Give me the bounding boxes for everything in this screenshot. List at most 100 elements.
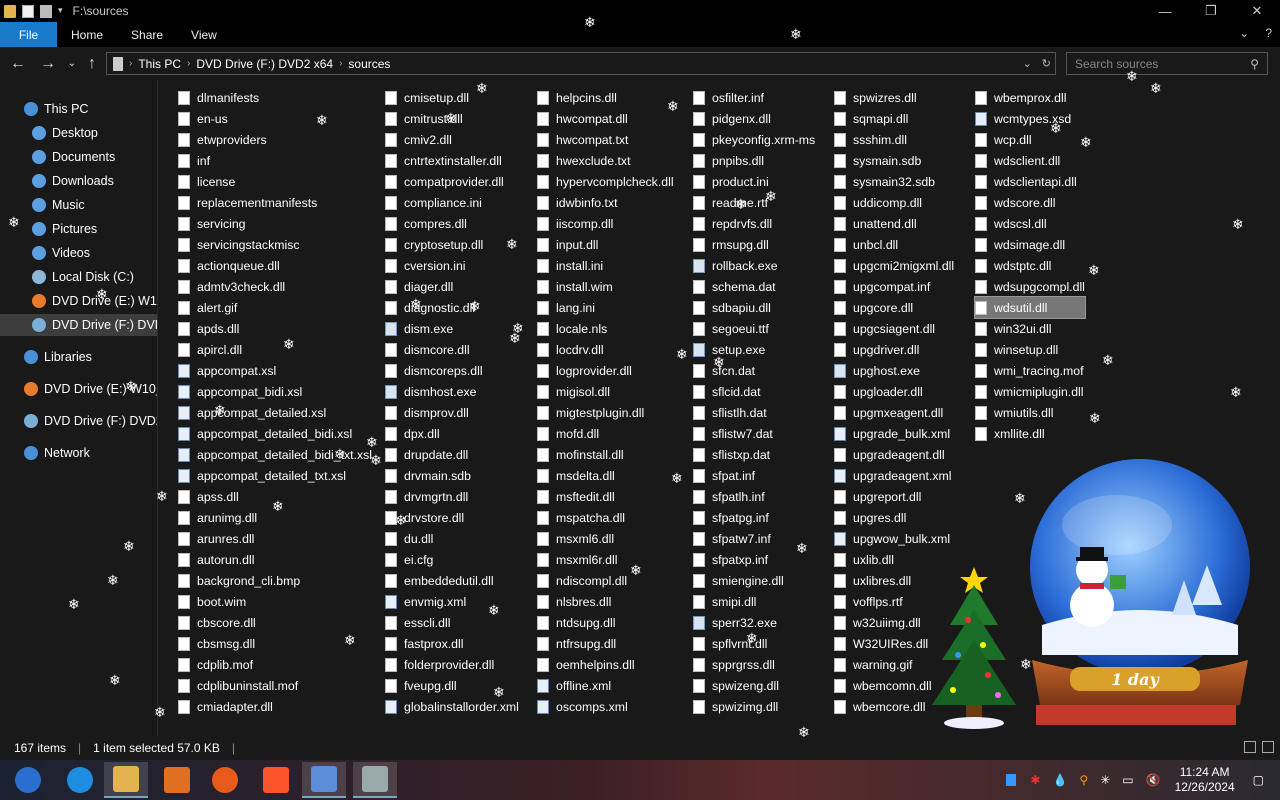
file-item[interactable]: drvstore.dll [385, 507, 519, 528]
firefox-icon[interactable] [203, 762, 247, 798]
file-item[interactable]: inf [178, 150, 372, 171]
file-item[interactable]: embeddedutil.dll [385, 570, 519, 591]
file-item[interactable]: offline.xml [537, 675, 674, 696]
file-item[interactable]: appcompat_detailed.xsl [178, 402, 372, 423]
large-icons-view-icon[interactable] [1262, 741, 1274, 753]
file-item[interactable]: unbcl.dll [834, 234, 954, 255]
file-item[interactable]: wdsutil.dll [974, 296, 1086, 319]
file-item[interactable]: upgradeagent.xml [834, 465, 954, 486]
notification-icon[interactable]: ▢ [1253, 773, 1264, 787]
file-item[interactable]: dismhost.exe [385, 381, 519, 402]
back-arrow-icon[interactable]: ← [6, 55, 30, 73]
refresh-icon[interactable]: ↻ [1042, 57, 1051, 70]
file-item[interactable]: cbscore.dll [178, 612, 372, 633]
file-item[interactable]: oemhelpins.dll [537, 654, 674, 675]
volume-icon[interactable]: 🔇 [1146, 773, 1161, 787]
sidebar-item[interactable]: Downloads [0, 170, 157, 192]
sidebar-item[interactable]: DVD Drive (E:) W10_H [0, 378, 157, 400]
file-item[interactable]: admtv3check.dll [178, 276, 372, 297]
sidebar-item[interactable]: Videos [0, 242, 157, 264]
file-item[interactable]: autorun.dll [178, 549, 372, 570]
file-item[interactable]: oscomps.xml [537, 696, 674, 717]
file-item[interactable]: msxml6r.dll [537, 549, 674, 570]
file-item[interactable]: upghost.exe [834, 360, 954, 381]
breadcrumb-dvd-drive[interactable]: DVD Drive (F:) DVD2 x64 [190, 57, 339, 71]
file-item[interactable]: mofinstall.dll [537, 444, 674, 465]
file-item[interactable]: backgrond_cli.bmp [178, 570, 372, 591]
file-item[interactable]: setup.exe [693, 339, 815, 360]
new-folder-icon[interactable] [40, 4, 52, 18]
file-item[interactable]: cmiadapter.dll [178, 696, 372, 717]
address-dropdown-icon[interactable]: ⌄ [1023, 57, 1032, 70]
file-item[interactable]: upgres.dll [834, 507, 954, 528]
file-item[interactable]: apircl.dll [178, 339, 372, 360]
tray-app-icon[interactable] [1006, 774, 1017, 786]
file-item[interactable]: diagnostic.dll [385, 297, 519, 318]
tray-drop-icon[interactable]: 💧 [1052, 773, 1067, 787]
file-item[interactable]: spwizimg.dll [693, 696, 815, 717]
file-item[interactable]: servicing [178, 213, 372, 234]
file-item[interactable]: globalinstallorder.xml [385, 696, 519, 717]
media-player-icon[interactable] [155, 762, 199, 798]
expand-ribbon-icon[interactable]: ⌄ [1239, 26, 1249, 40]
file-item[interactable]: ssshim.dll [834, 129, 954, 150]
file-item[interactable]: upgradeagent.dll [834, 444, 954, 465]
file-item[interactable]: upgcore.dll [834, 297, 954, 318]
file-item[interactable]: locale.nls [537, 318, 674, 339]
file-item[interactable]: cryptosetup.dll [385, 234, 519, 255]
file-item[interactable]: cdplib.mof [178, 654, 372, 675]
sidebar-item[interactable]: Music [0, 194, 157, 216]
file-item[interactable]: wdscsl.dll [975, 213, 1085, 234]
file-item[interactable]: dpx.dll [385, 423, 519, 444]
file-item[interactable]: sflistlh.dat [693, 402, 815, 423]
breadcrumb-sources[interactable]: sources [342, 57, 396, 71]
file-item[interactable]: diager.dll [385, 276, 519, 297]
file-item[interactable]: apds.dll [178, 318, 372, 339]
file-item[interactable]: upgrade_bulk.xml [834, 423, 954, 444]
sidebar-item[interactable]: Documents [0, 146, 157, 168]
file-item[interactable]: sysmain.sdb [834, 150, 954, 171]
file-item[interactable]: folderprovider.dll [385, 654, 519, 675]
file-item[interactable]: logprovider.dll [537, 360, 674, 381]
file-item[interactable]: msftedit.dll [537, 486, 674, 507]
customize-dropdown-icon[interactable]: ▾ [58, 5, 63, 18]
tab-view[interactable]: View [177, 28, 231, 42]
help-icon[interactable]: ? [1265, 26, 1272, 40]
file-item[interactable]: wcp.dll [975, 129, 1085, 150]
file-item[interactable]: drupdate.dll [385, 444, 519, 465]
sidebar-item[interactable]: DVD Drive (E:) W10_H [0, 290, 157, 312]
app-window-icon[interactable] [353, 762, 397, 798]
file-item[interactable]: sflistxp.dat [693, 444, 815, 465]
file-item[interactable]: sfcn.dat [693, 360, 815, 381]
properties-icon[interactable] [22, 4, 34, 18]
file-item[interactable]: winsetup.dll [975, 339, 1085, 360]
sidebar-item[interactable]: DVD Drive (F:) DVD2 [0, 314, 157, 336]
file-item[interactable]: compres.dll [385, 213, 519, 234]
file-item[interactable]: ei.cfg [385, 549, 519, 570]
christmas-tree-gadget[interactable] [928, 565, 1020, 730]
file-item[interactable]: wdscore.dll [975, 192, 1085, 213]
file-item[interactable]: servicingstackmisc [178, 234, 372, 255]
file-item[interactable]: hwcompat.dll [537, 108, 674, 129]
file-item[interactable]: actionqueue.dll [178, 255, 372, 276]
file-item[interactable]: hwcompat.txt [537, 129, 674, 150]
file-item[interactable]: fveupg.dll [385, 675, 519, 696]
up-arrow-icon[interactable]: ↑ [80, 55, 104, 73]
tab-home[interactable]: Home [57, 28, 117, 42]
minimize-button[interactable]: — [1142, 0, 1188, 22]
file-item[interactable]: spwizeng.dll [693, 675, 815, 696]
file-item[interactable]: alert.gif [178, 297, 372, 318]
file-item[interactable]: cdplibuninstall.mof [178, 675, 372, 696]
file-item[interactable]: arunres.dll [178, 528, 372, 549]
file-item[interactable]: dlmanifests [178, 87, 372, 108]
file-item[interactable]: drvmain.sdb [385, 465, 519, 486]
file-item[interactable]: drvmgrtn.dll [385, 486, 519, 507]
maximize-button[interactable]: ❐ [1188, 0, 1234, 22]
file-item[interactable]: smiengine.dll [693, 570, 815, 591]
file-item[interactable]: idwbinfo.txt [537, 192, 674, 213]
file-item[interactable]: sdbapiu.dll [693, 297, 815, 318]
file-item[interactable]: en-us [178, 108, 372, 129]
file-item[interactable]: lang.ini [537, 297, 674, 318]
file-item[interactable]: sfpat.inf [693, 465, 815, 486]
sidebar-item[interactable]: Desktop [0, 122, 157, 144]
